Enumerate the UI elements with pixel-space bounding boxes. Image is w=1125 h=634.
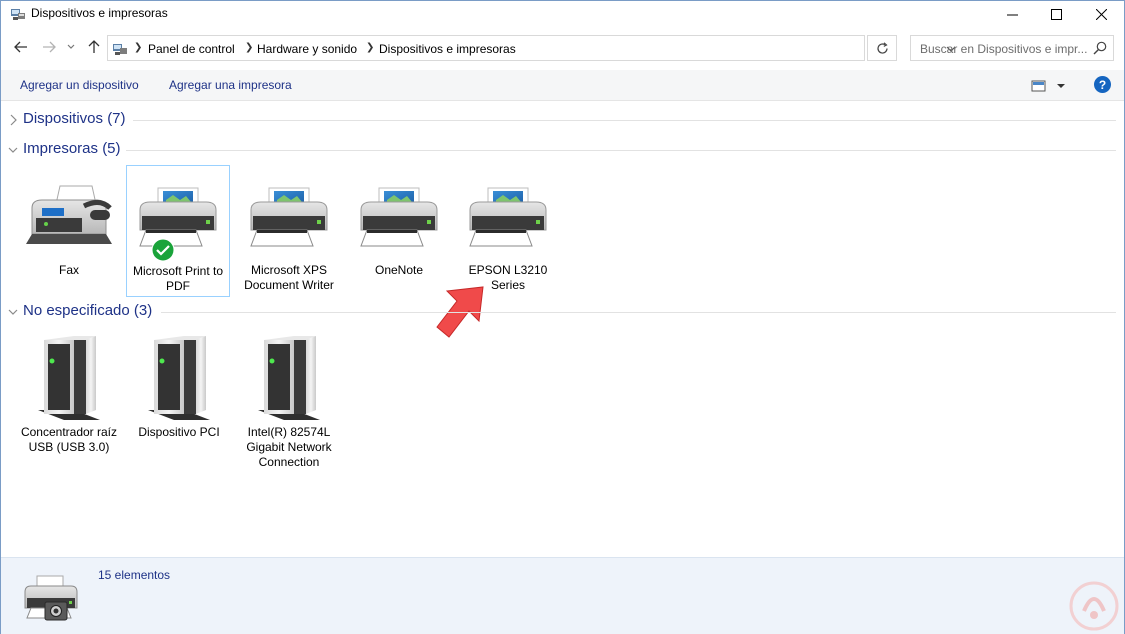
group-header-devices[interactable]: Dispositivos (7) [1,110,1124,130]
chevron-right-icon[interactable] [8,114,18,126]
up-arrow-icon [88,40,100,53]
search-icon[interactable] [1093,41,1107,55]
up-button[interactable] [85,38,103,56]
refresh-icon [876,41,888,54]
device-label-onenote: OneNote [374,263,424,277]
device-item-usb-root-hub[interactable]: Concentrador raíz USB (USB 3.0) [17,328,121,478]
default-printer-check-icon [151,238,175,262]
chevron-down-icon[interactable] [8,306,18,318]
breadcrumb-separator-icon[interactable]: ❯ [366,42,374,53]
add-printer-button[interactable]: Agregar una impresora [169,78,292,92]
close-icon [1095,8,1107,20]
breadcrumb-hardware-sound[interactable]: Hardware y sonido [257,42,357,56]
help-icon: ? [1098,77,1107,92]
group-header-printers[interactable]: Impresoras (5) [1,140,1124,160]
forward-button[interactable] [40,38,58,56]
devices-printers-app-icon [11,9,25,20]
recent-locations-button[interactable] [65,38,77,56]
device-item-microsoft-xps-writer[interactable]: Microsoft XPS Document Writer [237,166,341,296]
group-divider [161,312,1116,313]
device-label-microsoft-print-to-pdf: Microsoft Print to PDF [132,264,224,293]
devices-printers-large-icon [24,575,78,621]
help-button[interactable]: ? [1094,76,1111,93]
watermark-logo-icon [1069,581,1119,631]
address-bar: ❯ Panel de control ❯ Hardware y sonido ❯… [1,34,1124,62]
printer-icon [466,186,550,250]
details-pane: 15 elementos [1,557,1124,634]
device-label-microsoft-xps-writer: Microsoft XPS Document Writer [244,263,334,292]
refresh-button[interactable] [867,35,897,61]
change-view-button[interactable] [1031,79,1067,93]
printer-icon [136,186,220,250]
group-divider [133,120,1116,121]
item-count: 15 elementos [98,568,171,582]
group-label-unspecified: No especificado (3) [23,302,153,319]
device-item-fax[interactable]: Fax [17,166,121,296]
control-panel-location-icon [113,44,127,55]
device-item-pci-device[interactable]: Dispositivo PCI [127,328,231,478]
chevron-down-icon [67,44,75,49]
add-device-button[interactable]: Agregar un dispositivo [20,78,139,92]
fax-icon [26,185,112,244]
chevron-down-icon [1057,84,1065,88]
device-item-onenote[interactable]: OneNote [347,166,451,296]
breadcrumb-control-panel[interactable]: Panel de control [148,42,235,56]
group-label-devices: Dispositivos (7) [23,110,126,127]
device-item-epson-l3210[interactable]: EPSON L3210 Series [456,166,560,296]
computer-tower-icon [34,334,104,424]
title-bar[interactable]: Dispositivos e impresoras [1,1,1124,27]
breadcrumb[interactable]: ❯ Panel de control ❯ Hardware y sonido ❯… [107,35,956,61]
back-arrow-icon [14,41,27,53]
printer-icon [357,186,441,250]
device-label-intel-network: Intel(R) 82574L Gigabit Network Connecti… [246,425,332,469]
maximize-icon [1050,8,1062,20]
device-label-fax: Fax [58,263,79,277]
computer-tower-icon [144,334,214,424]
group-header-unspecified[interactable]: No especificado (3) [1,302,1124,322]
device-item-microsoft-print-to-pdf[interactable]: Microsoft Print to PDF [126,165,230,297]
forward-arrow-icon [43,41,56,53]
search-input[interactable]: Buscar en Dispositivos e impr... [910,35,1114,61]
chevron-down-icon[interactable] [8,144,18,156]
group-label-printers: Impresoras (5) [23,140,121,157]
breadcrumb-devices-printers[interactable]: Dispositivos e impresoras [379,42,516,56]
device-item-intel-network[interactable]: Intel(R) 82574L Gigabit Network Connecti… [237,328,341,478]
device-label-pci-device: Dispositivo PCI [138,425,220,439]
breadcrumb-separator-icon[interactable]: ❯ [245,42,253,53]
window-title: Dispositivos e impresoras [31,6,168,20]
computer-tower-icon [254,334,324,424]
command-bar: Agregar un dispositivo Agregar una impre… [1,70,1124,101]
close-button[interactable] [1078,1,1124,27]
group-divider [126,150,1116,151]
back-button[interactable] [12,38,30,56]
printer-icon [247,186,331,250]
minimize-button[interactable] [989,1,1035,27]
device-label-usb-root-hub: Concentrador raíz USB (USB 3.0) [20,425,118,454]
devices-printers-window: Dispositivos e impresoras ❯ Panel de con… [0,0,1125,634]
search-placeholder: Buscar en Dispositivos e impr... [920,42,1088,56]
maximize-button[interactable] [1033,1,1079,27]
breadcrumb-separator-icon[interactable]: ❯ [134,42,142,53]
minimize-icon [1006,14,1018,15]
